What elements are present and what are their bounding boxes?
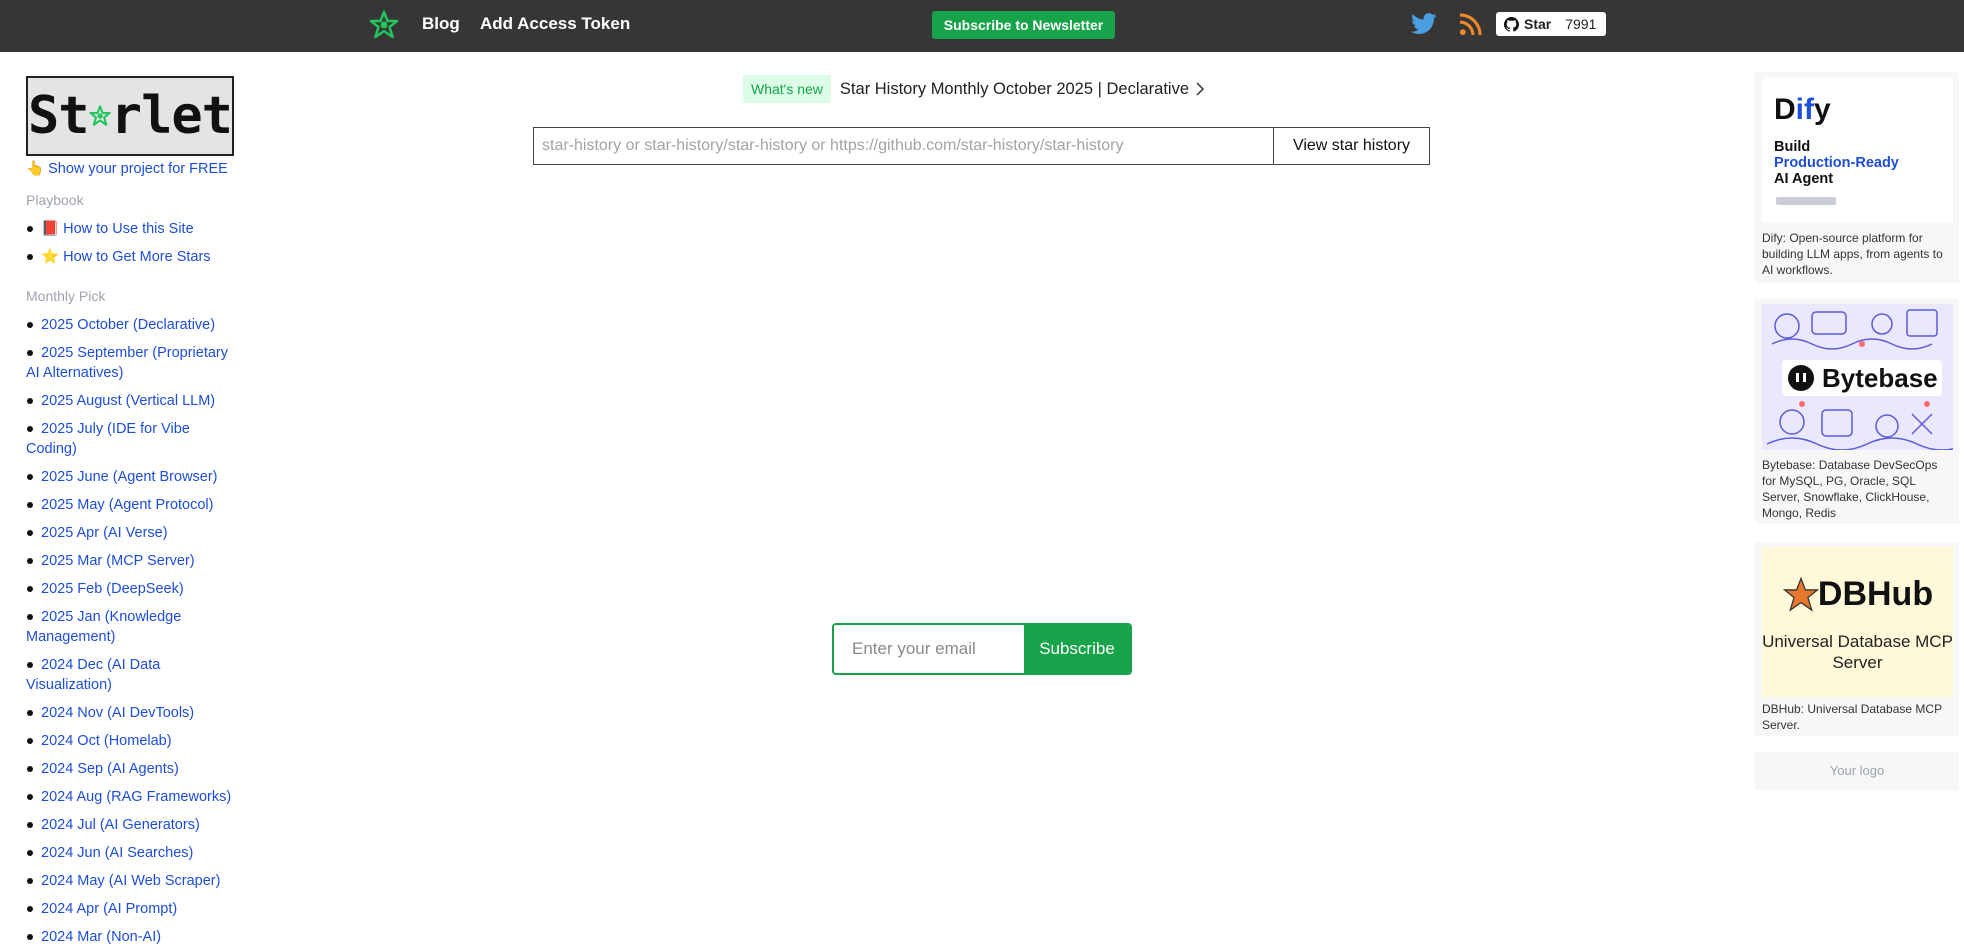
monthly-pick-heading: Monthly Pick [26, 288, 106, 304]
email-subscribe-button[interactable]: Subscribe [1024, 625, 1130, 673]
nav-blog-link[interactable]: Blog [422, 14, 460, 34]
monthly-pick-item[interactable]: 2024 May (AI Web Scraper) [26, 871, 236, 891]
top-navbar: Blog Add Access Token Subscribe to Newsl… [0, 0, 1964, 52]
monthly-pick-item[interactable]: 2025 September (Proprietary AI Alternati… [26, 343, 236, 383]
playbook-item-how-to-use[interactable]: 📕 How to Use this Site [26, 219, 236, 239]
monthly-pick-item[interactable]: 2024 Jul (AI Generators) [26, 815, 236, 835]
monthly-pick-item[interactable]: 2025 June (Agent Browser) [26, 467, 236, 487]
monthly-pick-item[interactable]: 2025 Apr (AI Verse) [26, 523, 236, 543]
dify-logo-part: y [1814, 93, 1831, 126]
bytebase-logo: Bytebase [1782, 360, 1942, 396]
github-star-count: 7991 [1565, 16, 1597, 32]
dify-ad-caption: Dify: Open-source platform for building … [1762, 231, 1943, 277]
monthly-pick-item[interactable]: 2024 Nov (AI DevTools) [26, 703, 236, 723]
monthly-pick-item[interactable]: 2024 Dec (AI Data Visualization) [26, 655, 236, 695]
monthly-pick-item[interactable]: 2024 Aug (RAG Frameworks) [26, 787, 236, 807]
pointing-hand-icon: 👆 [26, 161, 45, 177]
subscribe-newsletter-button[interactable]: Subscribe to Newsletter [932, 11, 1115, 39]
langgenius-logo [1776, 197, 1836, 205]
monthly-pick-item[interactable]: 2025 Jan (Knowledge Management) [26, 607, 236, 647]
star-logo-icon[interactable] [369, 10, 399, 40]
monthly-pick-item[interactable]: 2024 Apr (AI Prompt) [26, 899, 236, 919]
starlet-logo-text-right: rlet [110, 86, 233, 146]
rss-icon[interactable] [1459, 13, 1482, 36]
your-logo-placeholder[interactable]: Your logo [1755, 752, 1959, 790]
monthly-pick-item[interactable]: 2025 October (Declarative) [26, 315, 236, 335]
whats-new-text: Star History Monthly October 2025 | Decl… [839, 79, 1190, 98]
playbook-item-more-stars[interactable]: ⭐ How to Get More Stars [26, 247, 236, 267]
dbhub-ad-image: DBHub Universal Database MCP Server [1762, 547, 1953, 697]
dify-ad[interactable]: Dify Build Production-Ready AI Agent Dif… [1755, 72, 1959, 283]
whats-new-banner[interactable]: What's new Star History Monthly October … [743, 75, 1205, 103]
dify-logo-part: D [1774, 93, 1796, 126]
view-star-history-button[interactable]: View star history [1273, 127, 1430, 165]
dbhub-star-icon [1782, 576, 1820, 612]
book-icon: 📕 [41, 221, 60, 237]
monthly-pick-item[interactable]: 2024 Mar (Non-AI) [26, 927, 236, 947]
show-project-link[interactable]: 👆 Show your project for FREE [26, 160, 228, 177]
monthly-pick-item[interactable]: 2025 Mar (MCP Server) [26, 551, 236, 571]
starlet-logo[interactable]: St rlet [26, 76, 234, 156]
dify-logo-part: if [1795, 93, 1814, 126]
monthly-pick-item[interactable]: 2024 Jun (AI Searches) [26, 843, 236, 863]
monthly-pick-list: 2025 October (Declarative) 2025 Septembe… [26, 315, 236, 952]
chevron-right-icon [1196, 82, 1205, 96]
starlet-logo-text-left: St [28, 86, 90, 146]
monthly-pick-item[interactable]: 2025 August (Vertical LLM) [26, 391, 236, 411]
whats-new-badge: What's new [743, 75, 831, 103]
dbhub-ad-caption: DBHub: Universal Database MCP Server. [1762, 702, 1942, 732]
monthly-pick-item[interactable]: 2024 Oct (Homelab) [26, 731, 236, 751]
dbhub-subtitle: Universal Database MCP Server [1762, 632, 1953, 672]
nav-add-token-link[interactable]: Add Access Token [480, 14, 630, 34]
playbook-item-label: How to Get More Stars [63, 249, 211, 265]
dbhub-ad[interactable]: DBHub Universal Database MCP Server DBHu… [1755, 542, 1959, 736]
monthly-pick-item[interactable]: 2024 Sep (AI Agents) [26, 759, 236, 779]
dify-ad-image: Dify Build Production-Ready AI Agent [1762, 77, 1953, 222]
monthly-pick-item[interactable]: 2025 July (IDE for Vibe Coding) [26, 419, 236, 459]
dify-tagline: Production-Ready [1774, 155, 1899, 171]
monthly-pick-item[interactable]: 2025 Feb (DeepSeek) [26, 579, 236, 599]
twitter-icon[interactable] [1411, 13, 1437, 35]
email-input[interactable] [834, 625, 1024, 673]
bytebase-logo-text: Bytebase [1822, 362, 1938, 393]
dify-logo: Dify [1774, 93, 1831, 127]
starlet-star-icon [89, 105, 111, 126]
dbhub-logo: DBHub [1762, 575, 1953, 614]
dbhub-logo-text: DBHub [1817, 575, 1934, 613]
playbook-item-label: How to Use this Site [63, 221, 194, 237]
dify-tagline: AI Agent [1774, 171, 1834, 187]
star-icon: ⭐ [41, 249, 60, 265]
playbook-list: 📕 How to Use this Site ⭐ How to Get More… [26, 219, 236, 275]
show-project-label: Show your project for FREE [48, 161, 228, 177]
dify-tagline: Build [1774, 139, 1811, 155]
monthly-pick-item[interactable]: 2025 May (Agent Protocol) [26, 495, 236, 515]
github-star-button[interactable]: Star 7991 [1496, 12, 1606, 36]
bytebase-ad-image: Bytebase [1762, 304, 1953, 450]
playbook-heading: Playbook [26, 192, 84, 208]
bytebase-mark-icon [1788, 365, 1814, 391]
github-icon [1504, 16, 1519, 32]
newsletter-form: Subscribe [832, 623, 1132, 675]
repo-search-bar: View star history [533, 127, 1430, 165]
bytebase-ad[interactable]: Bytebase Bytebase: Database DevSecOps fo… [1755, 299, 1959, 524]
github-star-label: Star [1524, 16, 1552, 32]
bytebase-ad-caption: Bytebase: Database DevSecOps for MySQL, … [1762, 458, 1938, 520]
repo-search-input[interactable] [533, 127, 1273, 165]
